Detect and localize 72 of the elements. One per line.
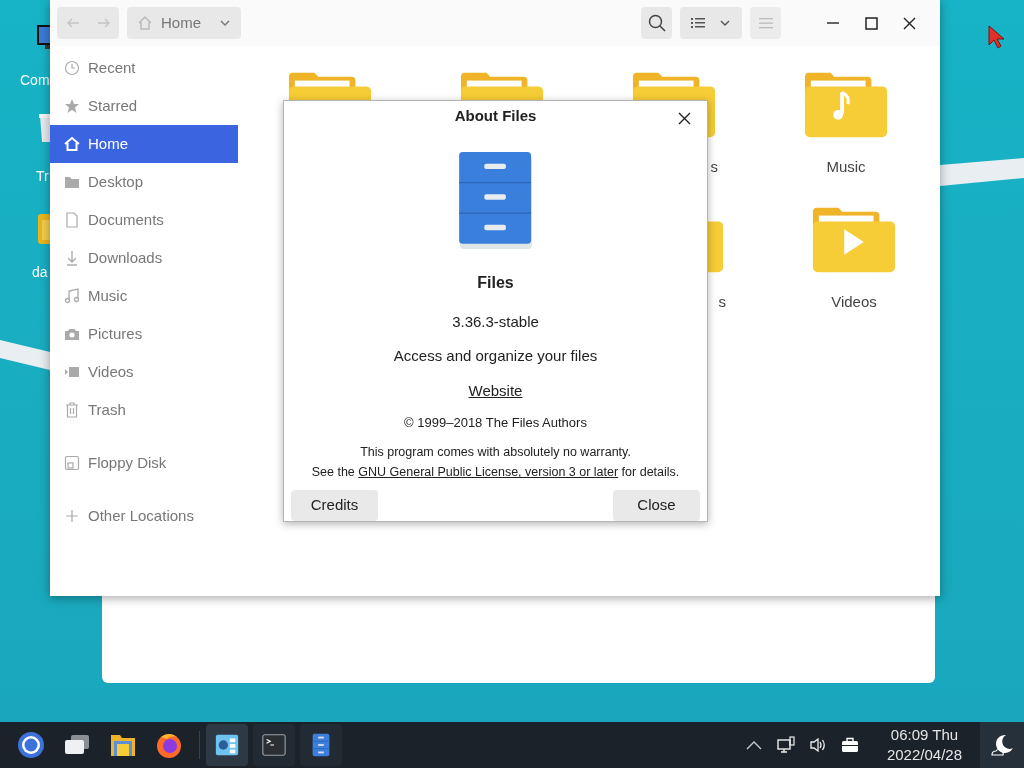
website-link[interactable]: Website [468, 379, 523, 402]
path-button[interactable]: Home [127, 7, 241, 39]
warranty-text: This program comes with absolutely no warranty. [360, 443, 631, 461]
terminal-icon [261, 731, 287, 759]
view-options-button[interactable] [680, 7, 742, 39]
launcher-icon [17, 731, 45, 759]
home-icon [137, 15, 153, 31]
floppy-icon [64, 455, 80, 471]
sidebar-item[interactable]: Videos [50, 353, 238, 391]
sidebar-item[interactable]: Trash [50, 391, 238, 429]
taskbar-app-button[interactable] [300, 724, 342, 766]
sidebar-item[interactable]: Home [50, 125, 238, 163]
search-icon [647, 14, 666, 32]
dialog-button[interactable]: Close [613, 490, 700, 521]
plus-icon [64, 508, 80, 524]
sidebar-item[interactable]: Pictures [50, 315, 238, 353]
launcher-icon-button[interactable] [17, 731, 45, 759]
maximize-icon [864, 16, 878, 30]
chevron-up-icon [745, 740, 762, 750]
pointer-icon [988, 25, 1006, 49]
sidebar-item[interactable]: Documents [50, 201, 238, 239]
clock-time[interactable]: 06:09 Thu [890, 725, 959, 745]
folder-label: Music [826, 157, 866, 177]
license-text: See the GNU General Public License, version 3 or later for details. [311, 464, 680, 482]
close-button[interactable] [676, 110, 692, 126]
search-button[interactable] [641, 7, 672, 39]
star-icon [64, 98, 80, 114]
road-drawing [0, 340, 50, 370]
folder-label: s [718, 292, 726, 312]
sidebar-item[interactable]: Other Locations [50, 497, 238, 535]
description-text: Access and organize your files [393, 346, 598, 366]
sidebar-item[interactable]: Music [50, 277, 238, 315]
icon-label: da [32, 263, 48, 282]
folder-icon [64, 174, 80, 190]
volume-icon[interactable] [808, 736, 827, 754]
sidebar-item[interactable]: Recent [50, 49, 238, 87]
icon-label: Tr [36, 167, 49, 186]
folder-icon [36, 212, 50, 246]
list-icon [691, 16, 705, 30]
briefcase-icon[interactable] [840, 737, 859, 753]
sidebar-item[interactable]: Desktop [50, 163, 238, 201]
folder-label: Videos [831, 292, 877, 312]
browser-icon [155, 731, 183, 759]
camera-icon [64, 326, 80, 342]
sidebar-item[interactable]: Floppy Disk [50, 444, 238, 482]
trash-icon [64, 402, 80, 418]
music-icon [64, 288, 80, 304]
dialog-button[interactable]: Credits [291, 490, 378, 521]
moon-cloud-icon[interactable] [990, 733, 1014, 757]
close-button[interactable] [901, 15, 917, 31]
taskbar-app-button[interactable] [206, 724, 248, 766]
app-name: Files [477, 272, 514, 293]
download-icon [64, 250, 80, 266]
close-icon [677, 111, 691, 125]
sidebar-item[interactable]: Downloads [50, 239, 238, 277]
video-icon [64, 364, 80, 380]
sidebar-item[interactable]: Starred [50, 87, 238, 125]
copyright-text: © 1999–2018 The Files Authors [404, 414, 587, 432]
menu-icon [758, 17, 773, 29]
home-icon [64, 136, 80, 152]
dialog-title: About Files [454, 106, 537, 127]
folder-label: s [710, 157, 718, 177]
clock-icon [64, 60, 80, 76]
document-icon [64, 212, 80, 228]
icon-label: Com [20, 71, 50, 90]
version-text: 3.36.3-stable [452, 311, 539, 332]
network-icon[interactable] [776, 736, 795, 754]
clock-date[interactable]: 2022/04/28 [886, 745, 962, 765]
maximize-button[interactable] [863, 15, 879, 31]
license-link[interactable]: GNU General Public License, version 3 or later [358, 465, 619, 480]
close-icon [902, 16, 916, 30]
browser-icon-button[interactable] [155, 731, 183, 759]
